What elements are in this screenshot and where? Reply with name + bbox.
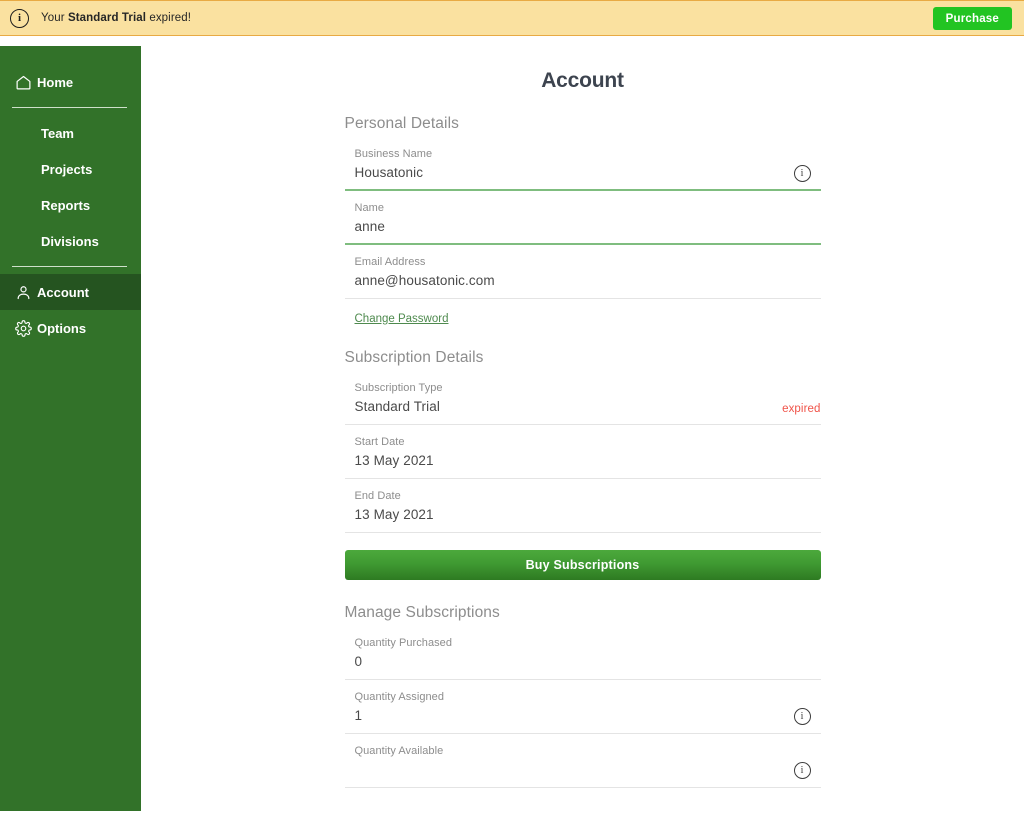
field-name[interactable]: Name anne xyxy=(344,191,821,245)
purchase-button[interactable]: Purchase xyxy=(932,7,1012,30)
sidebar-item-divisions[interactable]: Divisions xyxy=(0,223,141,259)
field-underline-email-address xyxy=(344,298,821,299)
sidebar-item-options[interactable]: Options xyxy=(0,310,141,346)
section-heading-manage-subscriptions: Manage Subscriptions xyxy=(344,604,500,621)
sidebar-item-team[interactable]: Team xyxy=(0,115,141,151)
sidebar-navigation: Home Team Projects Reports Divisions Acc… xyxy=(0,46,141,811)
field-email-address[interactable]: Email Address anne@housatonic.com xyxy=(344,245,821,299)
banner-message: Your Standard Trial expired! xyxy=(41,12,191,24)
sidebar-item-account[interactable]: Account xyxy=(0,274,141,310)
field-label-name: Name xyxy=(354,202,385,214)
sidebar-item-reports[interactable]: Reports xyxy=(0,187,141,223)
sidebar-item-label-projects: Projects xyxy=(41,161,93,177)
field-quantity-assigned: Quantity Assigned 1 i xyxy=(344,680,821,734)
status-badge-expired: expired xyxy=(782,403,821,415)
field-value-subscription-type: Standard Trial xyxy=(354,399,440,414)
home-icon xyxy=(15,74,37,91)
info-icon-business-name[interactable]: i xyxy=(793,165,811,182)
field-value-start-date: 13 May 2021 xyxy=(354,453,434,468)
banner-text-prefix: Your xyxy=(41,12,68,24)
info-circle-icon: i xyxy=(10,8,29,28)
field-label-email-address: Email Address xyxy=(354,256,426,268)
field-quantity-purchased: Quantity Purchased 0 xyxy=(344,626,821,680)
sidebar-item-label-divisions: Divisions xyxy=(41,233,99,249)
field-label-business-name: Business Name xyxy=(354,148,433,160)
field-value-email-address: anne@housatonic.com xyxy=(354,273,495,288)
field-value-end-date: 13 May 2021 xyxy=(354,507,434,522)
trial-expired-banner: i Your Standard Trial expired! Purchase xyxy=(0,0,1024,36)
sidebar-item-label-home: Home xyxy=(37,74,74,90)
field-label-start-date: Start Date xyxy=(354,436,405,448)
field-label-end-date: End Date xyxy=(354,490,401,502)
field-start-date: Start Date 13 May 2021 xyxy=(344,425,821,479)
field-label-quantity-assigned: Quantity Assigned xyxy=(354,691,445,703)
field-business-name[interactable]: Business Name Housatonic i xyxy=(344,137,821,191)
section-heading-personal-details: Personal Details xyxy=(344,115,459,132)
person-icon xyxy=(15,284,37,301)
field-underline-end-date xyxy=(344,532,821,533)
gear-icon xyxy=(15,319,37,337)
sidebar-item-projects[interactable]: Projects xyxy=(0,151,141,187)
field-value-quantity-assigned: 1 xyxy=(354,708,363,723)
info-icon-quantity-assigned[interactable]: i xyxy=(793,708,811,725)
field-label-quantity-purchased: Quantity Purchased xyxy=(354,637,453,649)
sidebar-item-label-account: Account xyxy=(37,284,89,300)
field-value-name: anne xyxy=(354,219,385,234)
sidebar-item-label-reports: Reports xyxy=(41,197,91,213)
section-heading-subscription-details: Subscription Details xyxy=(344,349,484,366)
page-title: Account xyxy=(541,69,624,92)
buy-subscriptions-button[interactable]: Buy Subscriptions xyxy=(344,550,821,580)
field-quantity-available: Quantity Available i xyxy=(344,734,821,788)
account-form: Personal Details Business Name Housatoni… xyxy=(344,93,821,788)
field-value-quantity-purchased: 0 xyxy=(354,654,363,669)
sidebar-item-home[interactable]: Home xyxy=(0,64,141,100)
sidebar-divider-bottom xyxy=(12,266,127,267)
field-value-business-name: Housatonic xyxy=(354,165,424,180)
sidebar-item-label-team: Team xyxy=(41,125,74,141)
sidebar-item-label-options: Options xyxy=(37,320,87,336)
sidebar-divider-top xyxy=(12,107,127,108)
field-end-date: End Date 13 May 2021 xyxy=(344,479,821,533)
main-content: Account Personal Details Business Name H… xyxy=(141,36,1024,818)
banner-text-bold: Standard Trial xyxy=(67,12,147,24)
field-value-quantity-available xyxy=(355,759,821,780)
field-label-subscription-type: Subscription Type xyxy=(354,382,443,394)
banner-text-suffix: expired! xyxy=(146,12,192,24)
info-icon-quantity-available[interactable]: i xyxy=(793,762,811,779)
field-subscription-type: Subscription Type Standard Trial expired xyxy=(344,371,821,425)
field-underline-quantity-available xyxy=(344,787,821,788)
field-label-quantity-available: Quantity Available xyxy=(354,745,444,757)
change-password-link[interactable]: Change Password xyxy=(355,313,449,325)
